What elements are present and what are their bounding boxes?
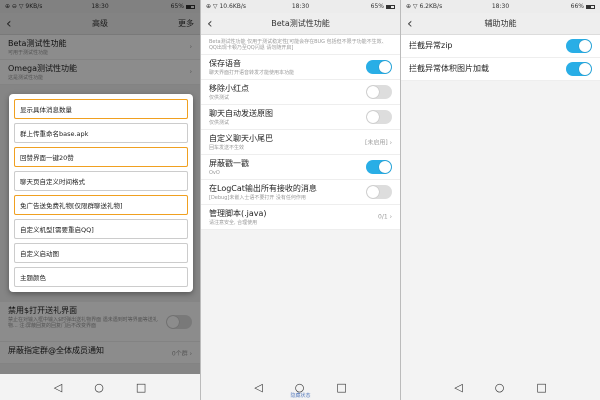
screen-accessibility: ⊕ ▽ 6.2KB/s 18:30 66% ‹ 辅助功能 拦截异常zip 拦截异… (400, 0, 600, 400)
intro-text: Beta测试性功能 仅用于测试稳定性[可能会存在BUG 包括但不限于功能不生效、… (201, 35, 400, 55)
home-nav-icon[interactable]: ○ (94, 381, 104, 394)
status-network: ⊕ ▽ 10.6KB/s (206, 3, 247, 10)
item-title: 在LogCat输出所有接收的消息 (209, 184, 317, 193)
toggle-switch[interactable] (566, 62, 592, 76)
item-title: 拦截异常zip (409, 41, 453, 50)
item-value: [未启用] › (365, 139, 392, 147)
recent-nav-icon[interactable]: □ (536, 381, 546, 394)
nav-bar: ◁ ○ □ (401, 374, 600, 400)
toggle-switch[interactable] (366, 185, 392, 199)
toggle-switch[interactable] (366, 110, 392, 124)
battery-percent: 66% (570, 3, 584, 10)
recent-nav-icon[interactable]: □ (136, 381, 146, 394)
option-item[interactable]: 自定义机型[需要重启QQ] (14, 219, 188, 239)
back-nav-icon[interactable]: ◁ (454, 381, 462, 394)
item-title: 聊天自动发送原图 (209, 109, 273, 118)
nav-tip: 隐藏状态 (290, 393, 311, 399)
settings-list: Beta测试性功能 仅用于测试稳定性[可能会存在BUG 包括但不限于功能不生效、… (201, 35, 400, 230)
list-item[interactable]: 聊天自动发送原图 仅供测试 (201, 105, 400, 130)
intro-description: Beta测试性功能 仅用于测试稳定性[可能会存在BUG 包括但不限于功能不生效、… (209, 39, 387, 51)
list-item[interactable]: 屏蔽戳一戳 OvO (201, 155, 400, 180)
status-bar: ⊕ ▽ 10.6KB/s 18:30 65% (201, 0, 400, 13)
list-item[interactable]: 保存语音 聊天界面打开语音转发才能使用本功能 (201, 55, 400, 80)
toggle-switch[interactable] (366, 160, 392, 174)
screen-beta: ⊕ ▽ 10.6KB/s 18:30 65% ‹ Beta测试性功能 Beta测… (200, 0, 400, 400)
option-item[interactable]: 自定义启动图 (14, 243, 188, 263)
settings-list: 拦截异常zip 拦截异常体积图片加载 (401, 35, 600, 81)
list-item[interactable]: 自定义聊天小尾巴 回车发送不生效 [未启用] › (201, 130, 400, 155)
page-title: Beta测试性功能 (271, 19, 330, 28)
item-subtitle: 请注意安全, 合理使用 (209, 220, 258, 226)
item-subtitle: OvO (209, 170, 220, 176)
toggle-switch[interactable] (566, 39, 592, 53)
option-item[interactable]: 回赞界面一键20赞 (14, 147, 188, 167)
toggle-switch[interactable] (366, 85, 392, 99)
status-bar: ⊕ ▽ 6.2KB/s 18:30 66% (401, 0, 600, 13)
battery-icon (586, 4, 595, 9)
list-item[interactable]: 拦截异常体积图片加载 (401, 58, 600, 81)
list-item[interactable]: 移除小红点 仅供测试 (201, 80, 400, 105)
options-dialog: 显示具体消息数量 群上传重命名base.apk 回赞界面一键20赞 聊天页自定义… (9, 94, 193, 292)
nav-bar: ◁ ○ □ (0, 374, 200, 400)
item-subtitle: [Debug]未嵌入士语不要打开 没有任何作用 (209, 195, 306, 201)
page-title: 辅助功能 (484, 19, 517, 28)
toggle-switch[interactable] (366, 60, 392, 74)
item-title: 保存语音 (209, 59, 241, 68)
list-item[interactable]: 在LogCat输出所有接收的消息 [Debug]未嵌入士语不要打开 没有任何作用 (201, 180, 400, 205)
battery-icon (386, 4, 395, 9)
option-item[interactable]: 显示具体消息数量 (14, 99, 188, 119)
item-subtitle: 仅供测试 (209, 120, 230, 126)
item-value: 0/1 › (378, 213, 392, 221)
list-item[interactable]: 拦截异常zip (401, 35, 600, 58)
item-title: 拦截异常体积图片加载 (409, 64, 489, 73)
back-arrow-icon[interactable]: ‹ (407, 17, 423, 31)
item-title: 移除小红点 (209, 84, 249, 93)
list-item[interactable]: 管理脚本(.java) 请注意安全, 合理使用 0/1 › (201, 205, 400, 230)
item-subtitle: 聊天界面打开语音转发才能使用本功能 (209, 70, 295, 76)
screen-advanced: ⊕ ⊖ ▽ 9KB/s 18:30 65% ‹ 高级 更多 Beta测试性功能 … (0, 0, 200, 400)
back-nav-icon[interactable]: ◁ (54, 381, 62, 394)
item-title: 管理脚本(.java) (209, 209, 267, 218)
option-item[interactable]: 主题颜色 (14, 267, 188, 287)
option-item[interactable]: 聊天页自定义时间格式 (14, 171, 188, 191)
option-item[interactable]: 免广告送免费礼物[仅限群聊送礼物] (14, 195, 188, 215)
item-title: 屏蔽戳一戳 (209, 159, 249, 168)
option-item[interactable]: 群上传重命名base.apk (14, 123, 188, 143)
status-network: ⊕ ▽ 6.2KB/s (406, 3, 443, 10)
nav-bar: ◁ ○ □ 隐藏状态 (201, 374, 400, 400)
battery-percent: 65% (370, 3, 384, 10)
home-nav-icon[interactable]: ○ (495, 381, 505, 394)
title-bar: ‹ 辅助功能 (401, 13, 600, 35)
back-arrow-icon[interactable]: ‹ (207, 17, 223, 31)
title-bar: ‹ Beta测试性功能 (201, 13, 400, 35)
item-subtitle: 仅供测试 (209, 95, 230, 101)
